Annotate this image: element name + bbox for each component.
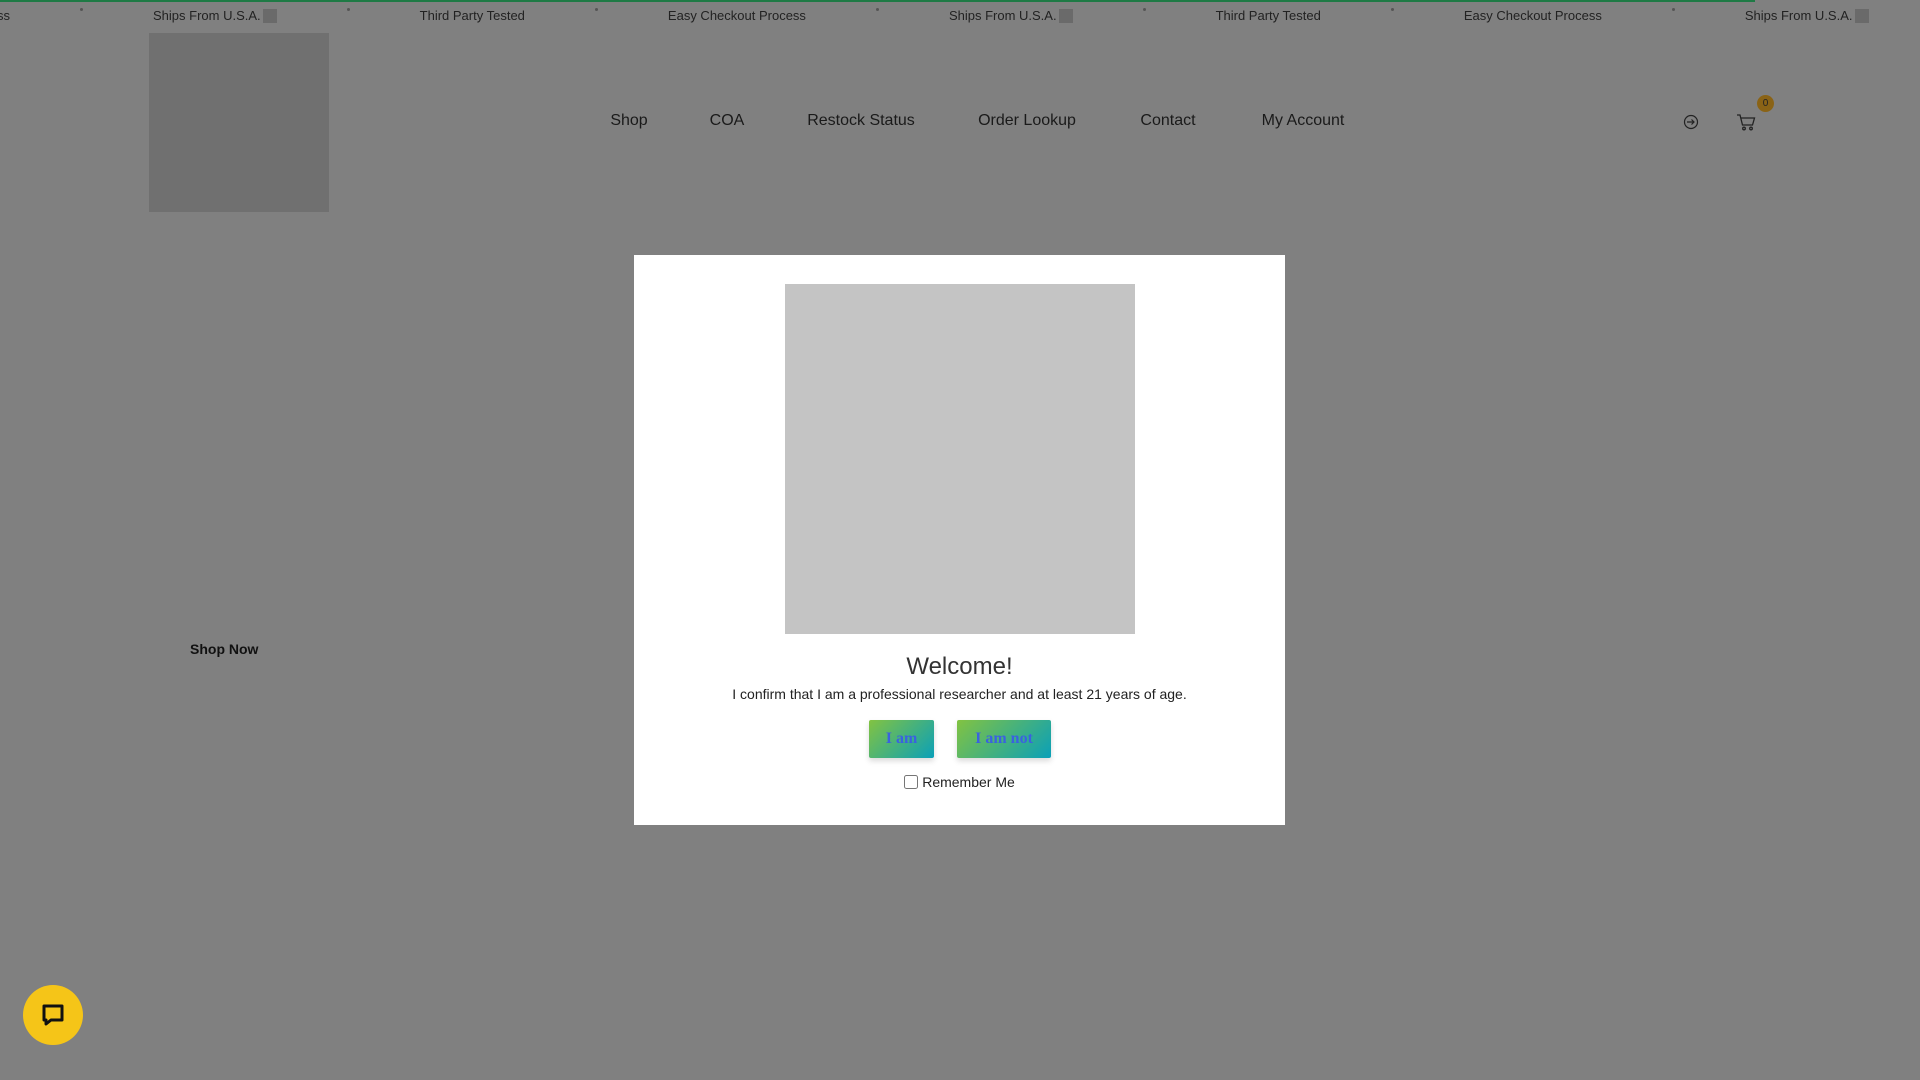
ticker-item: Ships From U.S.A. [1745,8,1869,23]
login-icon[interactable] [1683,114,1699,135]
ticker-text: Third Party Tested [1215,8,1321,23]
remember-me[interactable]: Remember Me [634,774,1285,790]
ticker-separator [1671,8,1675,11]
modal-message: I confirm that I am a professional resea… [732,686,1187,702]
ticker-progress-line [0,0,1755,2]
nav-order-lookup[interactable]: Order Lookup [978,112,1076,130]
ticker-separator [1142,8,1146,11]
nav-contact[interactable]: Contact [1140,112,1195,130]
ticker-item: Ships From U.S.A. [153,8,277,23]
ticker-separator [1390,8,1394,11]
ticker-item: Easy Checkout Process [1464,8,1602,23]
ticker-item: Third Party Tested [420,8,525,23]
ticker-item: Easy Checkout Process [0,8,10,23]
ticker-separator [80,8,84,11]
us-flag-icon [1058,8,1073,23]
ticker-text: Ships From U.S.A. [1744,8,1853,23]
chat-icon [42,1004,64,1026]
ticker-separator [594,8,598,11]
announcement-ticker: Easy Checkout Process Ships From U.S.A. Th… [0,0,1920,33]
modal-title: Welcome! [906,653,1013,680]
ticker-text: Ships From U.S.A. [948,8,1057,23]
ticker-text: Ships From U.S.A. [153,8,261,23]
ticker-item: Easy Checkout Process [668,8,806,23]
chat-button[interactable] [23,985,83,1045]
nav-my-account[interactable]: My Account [1262,112,1345,130]
nav-coa[interactable]: COA [710,112,745,130]
ticker-item: Ships From U.S.A. [949,8,1073,23]
age-verification-modal: Welcome! I confirm that I am a professio… [634,255,1285,825]
ticker-item: Third Party Tested [1216,8,1321,23]
us-flag-icon [1854,8,1869,23]
ticker-separator [346,8,350,11]
cart-icon[interactable] [1736,113,1756,136]
ticker-separator [875,8,879,11]
cart-count-badge: 0 [1757,95,1774,112]
us-flag-icon [262,8,277,23]
ticker-text: Easy Checkout Process [667,8,806,23]
i-am-not-button[interactable]: I am not [957,720,1051,758]
ticker-text: Easy Checkout Process [0,8,11,23]
modal-image-placeholder [785,284,1135,634]
remember-me-label: Remember Me [922,774,1015,790]
nav-restock-status[interactable]: Restock Status [807,112,915,130]
shop-now-link[interactable]: Shop Now [190,641,258,657]
site-logo[interactable] [149,33,329,212]
ticker-text: Third Party Tested [419,8,525,23]
i-am-button[interactable]: I am [869,720,934,758]
ticker-text: Easy Checkout Process [1463,8,1602,23]
remember-me-checkbox[interactable] [904,775,919,789]
nav-shop[interactable]: Shop [610,112,647,130]
ticker-track: Easy Checkout Process Ships From U.S.A. Th… [0,8,1920,23]
